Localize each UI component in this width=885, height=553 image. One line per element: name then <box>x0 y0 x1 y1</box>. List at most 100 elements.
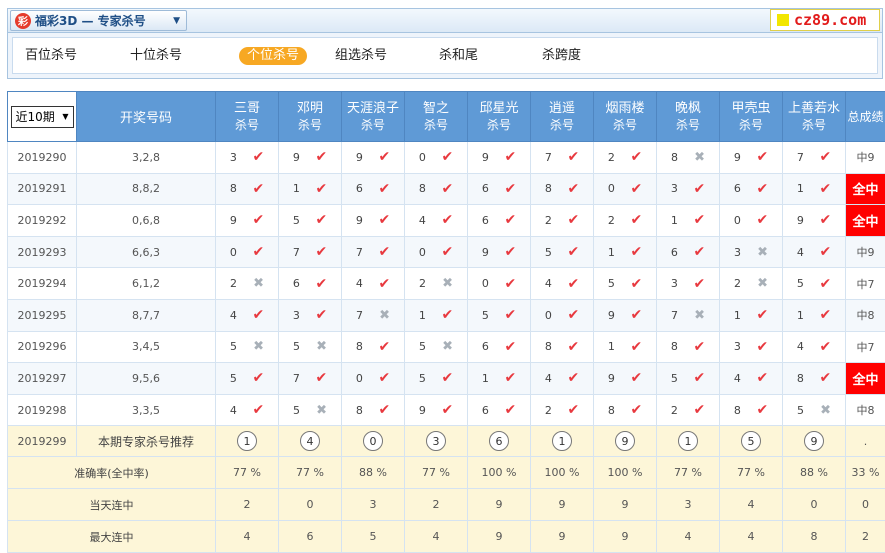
table-body: 2019290 3,2,8 3 ✔ 9 ✔ 9 ✔ 0 ✔ 9 ✔ 7 ✔ 2 ✔ 8 ✖ 9 ✔ 7 ✔ 中9 201929… <box>7 141 885 553</box>
expert-header[interactable]: 天涯浪子 杀号 <box>341 91 405 142</box>
pick-content: 7 ✖ <box>343 308 404 323</box>
pick-content: 1 ✔ <box>595 244 656 260</box>
check-icon: ✔ <box>630 212 643 229</box>
expert-header[interactable]: 智之 杀号 <box>404 91 468 142</box>
stat-value: 0 <box>782 488 846 522</box>
pick-content: 4 ✔ <box>532 370 593 386</box>
pick-cell: 0 ✔ <box>341 362 405 395</box>
check-icon: ✔ <box>315 149 328 166</box>
pick-number: 8 <box>671 150 679 164</box>
check-icon: ✔ <box>756 180 769 197</box>
pick-number: 4 <box>229 308 237 322</box>
expert-header[interactable]: 三哥 杀号 <box>215 91 279 142</box>
expert-header[interactable]: 甲壳虫 杀号 <box>719 91 783 142</box>
check-icon: ✔ <box>378 212 391 229</box>
pick-number: 2 <box>544 213 552 227</box>
lottery-logo-icon: 彩 <box>15 12 31 29</box>
brand-badge[interactable]: cz89.com <box>770 9 880 31</box>
pick-content: 8 ✔ <box>217 180 278 197</box>
pick-cell: 2 ✔ <box>530 204 594 237</box>
expert-sub-label: 杀号 <box>612 117 637 132</box>
check-icon: ✔ <box>252 180 265 197</box>
pick-content: 5 ✔ <box>595 276 656 292</box>
check-icon: ✔ <box>567 338 580 355</box>
table-row: 2019292 0,6,8 9 ✔ 5 ✔ 9 ✔ 4 ✔ 6 ✔ 2 ✔ 2 ✔ 1 ✔ 0 ✔ 9 ✔ 全中 <box>7 204 885 237</box>
check-icon: ✔ <box>504 212 517 229</box>
check-icon: ✔ <box>252 244 265 261</box>
pick-cell: 4 ✔ <box>341 267 405 300</box>
cross-icon: ✖ <box>820 402 831 418</box>
lottery-title-dropdown[interactable]: 彩 福彩3D — 专家杀号 ▼ <box>10 10 187 31</box>
stat-value: 88 % <box>341 456 405 490</box>
pick-content: 2 ✔ <box>532 402 593 419</box>
pick-content: 9 ✔ <box>595 307 656 323</box>
total-cell: 中9 <box>845 235 885 269</box>
pick-number: 1 <box>796 308 804 322</box>
table-row: 2019294 6,1,2 2 ✖ 6 ✔ 4 ✔ 2 ✖ 0 ✔ 4 ✔ 5 ✔ 3 ✔ 2 ✖ 5 ✔ 中7 <box>7 267 885 300</box>
stat-value: 8 <box>782 520 846 553</box>
expert-header[interactable]: 上善若水 杀号 <box>782 91 846 142</box>
pick-content: 5 ✖ <box>280 403 341 418</box>
stat-value: 4 <box>215 520 279 553</box>
expert-header[interactable]: 烟雨楼 杀号 <box>593 91 657 142</box>
stat-row: 当天连中 2 0 3 2 9 9 9 3 4 0 0 <box>7 488 885 522</box>
pick-number: 4 <box>796 245 804 259</box>
check-icon: ✔ <box>441 244 454 261</box>
expert-header[interactable]: 邱星光 杀号 <box>467 91 531 142</box>
expert-sub-label: 杀号 <box>360 117 385 132</box>
draw-cell: 9,5,6 <box>76 362 216 395</box>
expert-header[interactable]: 逍遥 杀号 <box>530 91 594 142</box>
check-icon: ✔ <box>441 402 454 419</box>
pick-content: 5 ✖ <box>784 402 845 418</box>
recommend-pick-cell: 9 <box>782 425 846 458</box>
pick-cell: 0 ✔ <box>404 141 468 174</box>
tab-4[interactable]: 杀和尾 <box>439 47 478 65</box>
stat-total: 2 <box>845 520 885 553</box>
cross-icon: ✖ <box>253 339 264 355</box>
tab-3[interactable]: 组选杀号 <box>335 47 387 65</box>
expert-header[interactable]: 晚枫 杀号 <box>656 91 720 142</box>
check-icon: ✔ <box>630 402 643 419</box>
stat-value: 6 <box>278 520 342 553</box>
tab-2[interactable]: 个位杀号 <box>239 47 308 65</box>
expert-sub-label: 杀号 <box>801 117 826 132</box>
check-icon: ✔ <box>315 370 328 387</box>
expert-name: 三哥 <box>233 100 260 116</box>
pick-cell: 5 ✖ <box>782 393 846 427</box>
page-root: { "header": { "logo_glyph": "彩", "title"… <box>0 0 885 553</box>
tab-5[interactable]: 杀跨度 <box>542 47 581 65</box>
pick-cell: 8 ✔ <box>782 362 846 395</box>
tab-0[interactable]: 百位杀号 <box>25 47 77 65</box>
total-cell: 全中 <box>845 362 885 395</box>
pick-content: 7 ✖ <box>658 308 719 323</box>
recommend-pick-number: 1 <box>237 431 257 452</box>
pick-cell: 9 ✔ <box>341 204 405 237</box>
expert-header[interactable]: 邓明 杀号 <box>278 91 342 142</box>
pick-number: 4 <box>418 213 426 227</box>
check-icon: ✔ <box>504 370 517 387</box>
pick-cell: 9 ✔ <box>341 141 405 174</box>
pick-cell: 8 ✔ <box>404 172 468 206</box>
tab-1[interactable]: 十位杀号 <box>130 47 182 65</box>
total-cell: 中7 <box>845 267 885 300</box>
draw-number-header: 开奖号码 <box>76 91 216 142</box>
total-header: 总成绩 <box>845 91 885 142</box>
stat-value: 100 % <box>593 456 657 490</box>
stat-value: 4 <box>719 488 783 522</box>
expert-sub-label: 杀号 <box>234 117 259 132</box>
stat-value: 3 <box>341 488 405 522</box>
pick-content: 2 ✔ <box>595 149 656 165</box>
check-icon: ✔ <box>567 402 580 419</box>
header-bar: 彩 福彩3D — 专家杀号 ▼ cz89.com <box>7 8 883 32</box>
pick-number: 0 <box>229 245 237 259</box>
expert-name: 天涯浪子 <box>346 100 399 116</box>
period-select[interactable]: 近10期 ▼ <box>10 105 74 128</box>
pick-number: 5 <box>796 277 804 291</box>
pick-cell: 6 ✔ <box>467 393 531 427</box>
pick-number: 3 <box>670 182 678 196</box>
tab-panel: 百位杀号 十位杀号 个位杀号 组选杀号 杀和尾 杀跨度 <box>7 32 883 79</box>
check-icon: ✔ <box>756 402 769 419</box>
pick-content: 9 ✔ <box>595 370 656 386</box>
pick-content: 1 ✔ <box>406 307 467 323</box>
pick-content: 9 ✔ <box>721 149 782 165</box>
